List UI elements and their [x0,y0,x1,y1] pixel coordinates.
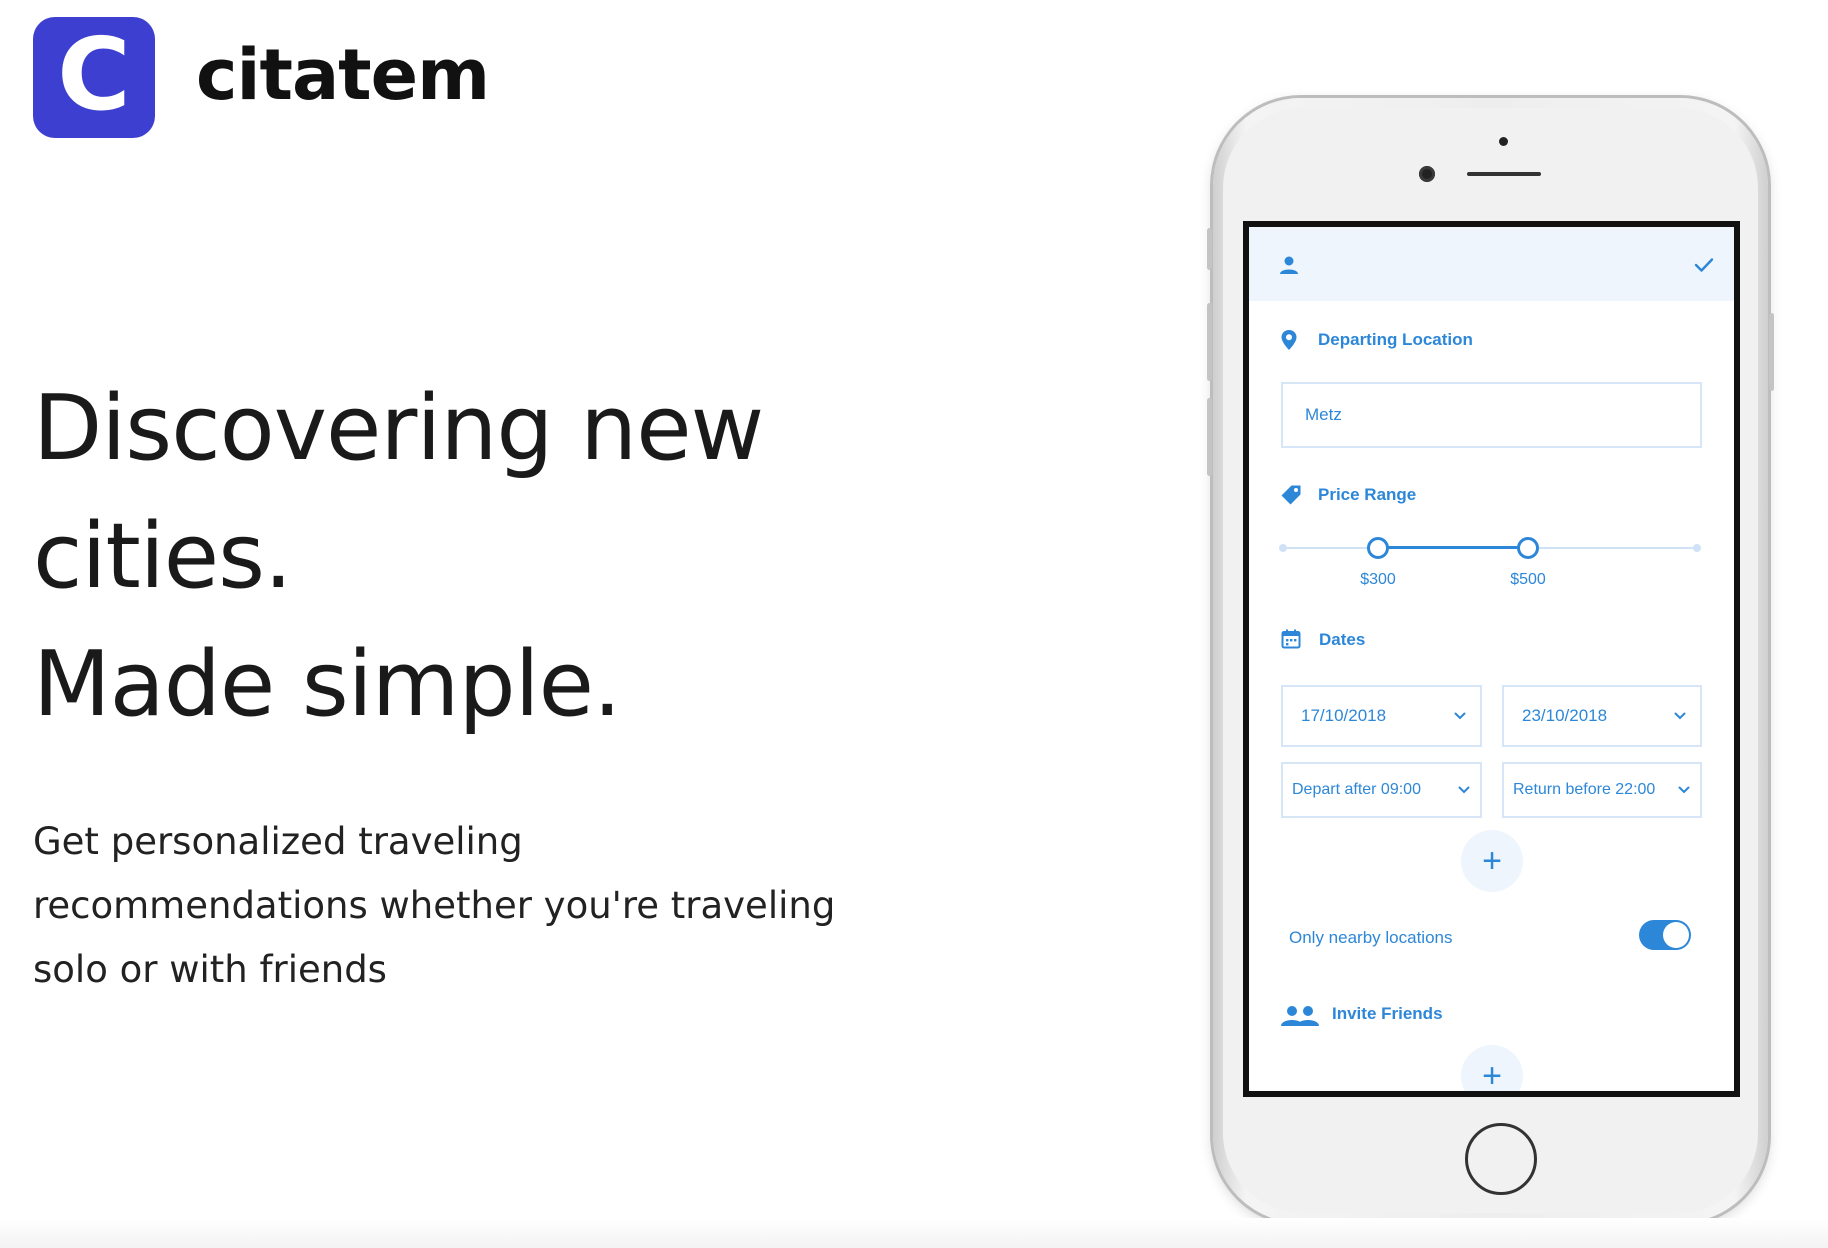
chevron-down-icon [1458,786,1470,794]
phone-camera [1419,166,1435,182]
price-tag-icon [1281,485,1301,505]
invite-friends-label: Invite Friends [1332,1004,1443,1023]
app-header [1249,227,1734,301]
nearby-toggle[interactable] [1639,920,1691,950]
price-min-handle[interactable] [1367,537,1389,559]
page-bottom-edge [0,1218,1828,1248]
return-date-select[interactable]: 23/10/2018 [1502,685,1702,747]
price-slider-min-end [1279,544,1287,552]
departing-location-input[interactable]: Metz [1281,382,1702,448]
phone-side-button [1207,228,1212,270]
depart-date-value: 17/10/2018 [1301,706,1387,725]
headline-line: Made simple. [33,632,622,737]
price-max-label: $500 [1510,571,1546,588]
location-pin-icon [1281,330,1297,350]
return-time-value: Return before 22:00 [1513,781,1656,798]
hero-headline: Discovering new cities. Made simple. [33,365,933,749]
hero-subtext: Get personalized traveling recommendatio… [33,810,913,1002]
phone-screen: Departing Location Metz Price Range $300… [1243,221,1740,1097]
add-date-button[interactable]: + [1461,830,1523,892]
chevron-down-icon [1678,786,1690,794]
logo-letter: C [57,15,131,133]
phone-home-button [1465,1123,1537,1195]
chevron-down-icon [1674,712,1686,720]
group-icon [1281,1006,1319,1026]
chevron-down-icon [1454,712,1466,720]
check-icon[interactable] [1694,257,1714,273]
toggle-knob [1663,922,1689,948]
headline-line: cities. [33,504,293,609]
departing-label: Departing Location [1318,330,1473,349]
depart-date-select[interactable]: 17/10/2018 [1281,685,1482,747]
dates-label: Dates [1319,630,1366,649]
phone-side-button [1769,313,1774,391]
profile-icon[interactable] [1279,255,1299,275]
trip-form: Departing Location Metz Price Range $300… [1249,227,1734,1091]
phone-side-button [1207,303,1212,381]
subtext-line: recommendations whether you're traveling [33,884,836,927]
depart-time-value: Depart after 09:00 [1292,781,1421,798]
return-date-value: 23/10/2018 [1522,706,1608,725]
subtext-line: solo or with friends [33,948,387,991]
price-min-label: $300 [1360,571,1396,588]
subtext-line: Get personalized traveling [33,820,523,863]
phone-speaker [1467,172,1541,176]
return-time-select[interactable]: Return before 22:00 [1502,762,1702,818]
price-range-label: Price Range [1318,485,1417,504]
brand-name[interactable]: citatem [196,40,490,110]
invite-friend-button[interactable]: + [1461,1045,1523,1091]
price-slider-range [1378,546,1528,549]
headline-line: Discovering new [33,376,764,481]
price-max-handle[interactable] [1517,537,1539,559]
calendar-icon [1281,629,1301,649]
phone-side-button [1207,398,1212,476]
brand-logo[interactable]: C [33,17,155,138]
phone-sensor [1499,137,1508,146]
nearby-toggle-label: Only nearby locations [1289,928,1453,947]
depart-time-select[interactable]: Depart after 09:00 [1281,762,1482,818]
price-slider-max-end [1693,544,1701,552]
